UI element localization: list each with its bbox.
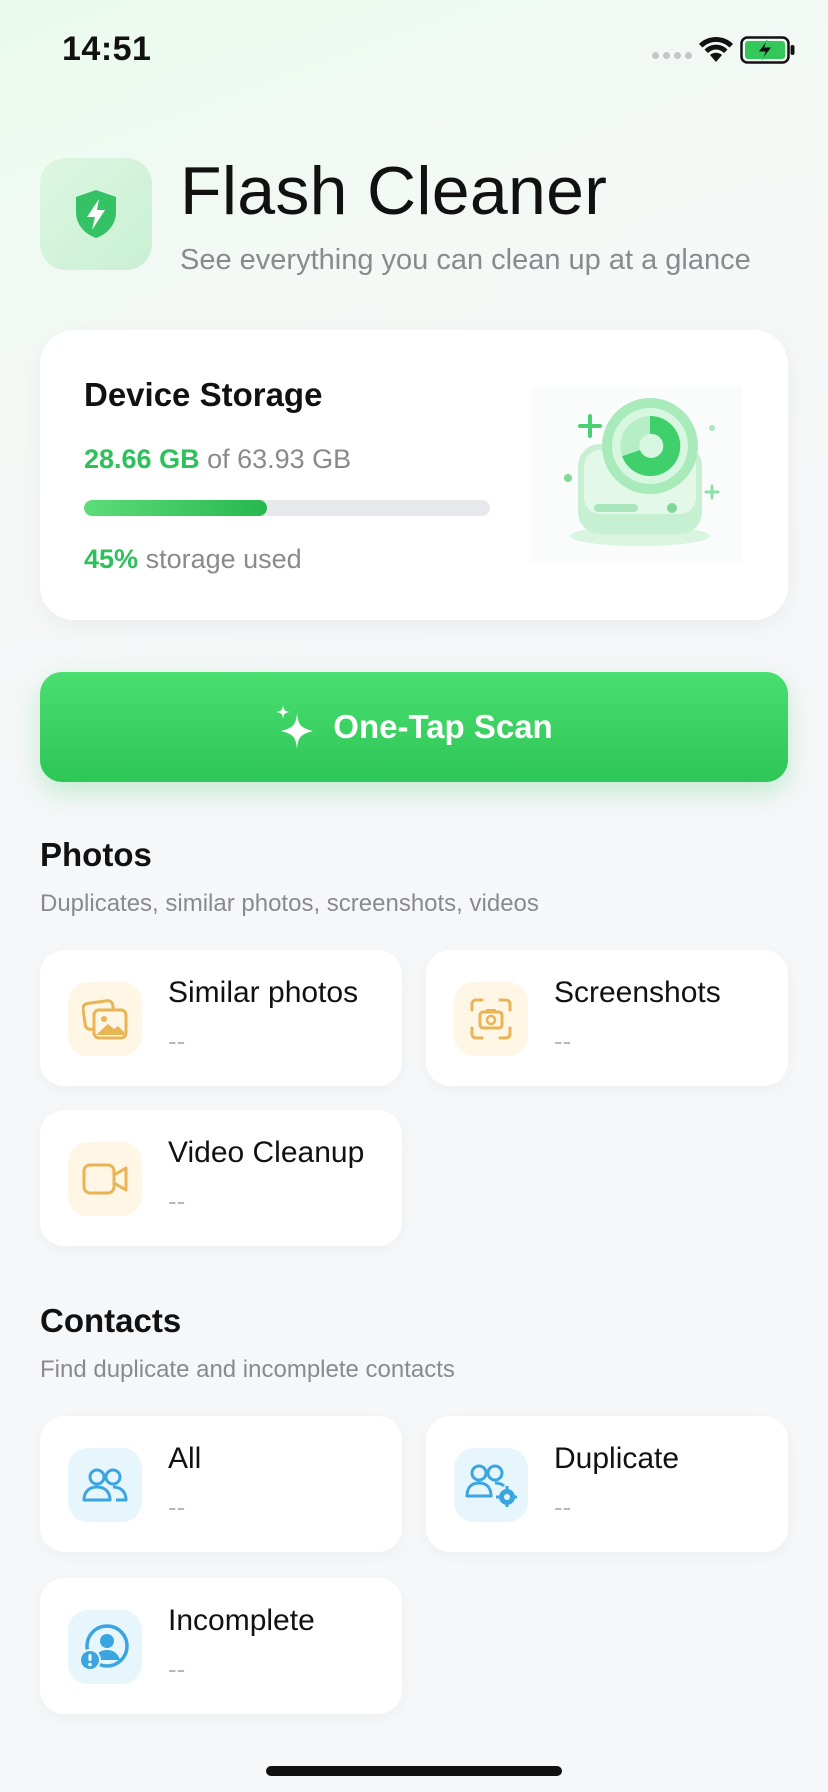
battery-charging-icon [740, 36, 795, 64]
status-time: 14:51 [62, 30, 152, 68]
tile-value: -- [554, 1492, 572, 1522]
tile-label: Similar photos [168, 976, 359, 1009]
storage-percent-suffix: storage used [145, 544, 302, 574]
storage-title: Device Storage [84, 376, 323, 413]
one-tap-scan-button[interactable]: One-Tap Scan [40, 672, 788, 782]
tile-label: All [168, 1442, 202, 1475]
tile-icon-wrap [68, 1142, 142, 1216]
storage-total: of 63.93 GB [207, 444, 352, 474]
tile-value: -- [168, 1492, 186, 1522]
video-icon [82, 1163, 128, 1195]
wifi-icon [699, 36, 733, 62]
tile-icon-wrap [68, 1610, 142, 1684]
tile-icon-wrap [68, 982, 142, 1056]
duplicate-contacts-icon [465, 1464, 517, 1507]
photos-section-description: Duplicates, similar photos, screenshots,… [40, 890, 539, 917]
incomplete-contact-icon [79, 1624, 129, 1671]
tile-value: -- [168, 1026, 186, 1056]
cellular-signal-icon [652, 52, 692, 59]
tile-label: Duplicate [554, 1442, 680, 1475]
status-bar: 14:51 [0, 0, 828, 100]
tile-value: -- [168, 1654, 186, 1684]
sparkle-icon [276, 705, 314, 749]
shield-bolt-icon [76, 190, 116, 238]
tile-value: -- [554, 1026, 572, 1056]
photos-section-title: Photos [40, 836, 152, 873]
similar-photos-tile[interactable]: Similar photos -- [40, 950, 402, 1086]
tile-value: -- [168, 1186, 186, 1216]
duplicate-contacts-tile[interactable]: Duplicate -- [426, 1416, 788, 1552]
tile-label: Incomplete [168, 1604, 315, 1637]
screenshot-icon [470, 998, 512, 1040]
device-storage-card[interactable]: Device Storage 28.66 GB of 63.93 GB 45% … [40, 330, 788, 620]
scan-button-label: One-Tap Scan [333, 708, 553, 745]
storage-amount: 28.66 GB of 63.93 GB [84, 444, 351, 475]
tile-icon-wrap [454, 1448, 528, 1522]
storage-percent-value: 45% [84, 544, 139, 574]
all-contacts-tile[interactable]: All -- [40, 1416, 402, 1552]
tile-label: Screenshots [554, 976, 721, 1009]
tile-icon-wrap [68, 1448, 142, 1522]
page-title: Flash Cleaner [180, 153, 608, 229]
storage-used: 28.66 GB [84, 444, 200, 474]
tile-label: Video Cleanup [168, 1136, 365, 1169]
contacts-icon [82, 1468, 128, 1502]
screenshots-tile[interactable]: Screenshots -- [426, 950, 788, 1086]
contacts-section-title: Contacts [40, 1302, 182, 1339]
photos-icon [82, 999, 128, 1040]
storage-disk-illustration [532, 386, 742, 562]
app-logo [40, 158, 152, 270]
home-indicator[interactable] [266, 1766, 562, 1776]
video-cleanup-tile[interactable]: Video Cleanup -- [40, 1110, 402, 1246]
incomplete-contacts-tile[interactable]: Incomplete -- [40, 1578, 402, 1714]
storage-percent: 45% storage used [84, 544, 302, 575]
storage-progress-fill [84, 500, 267, 516]
page-subtitle: See everything you can clean up at a gla… [180, 244, 751, 276]
tile-icon-wrap [454, 982, 528, 1056]
storage-progress-bar [84, 500, 490, 516]
contacts-section-description: Find duplicate and incomplete contacts [40, 1356, 455, 1383]
